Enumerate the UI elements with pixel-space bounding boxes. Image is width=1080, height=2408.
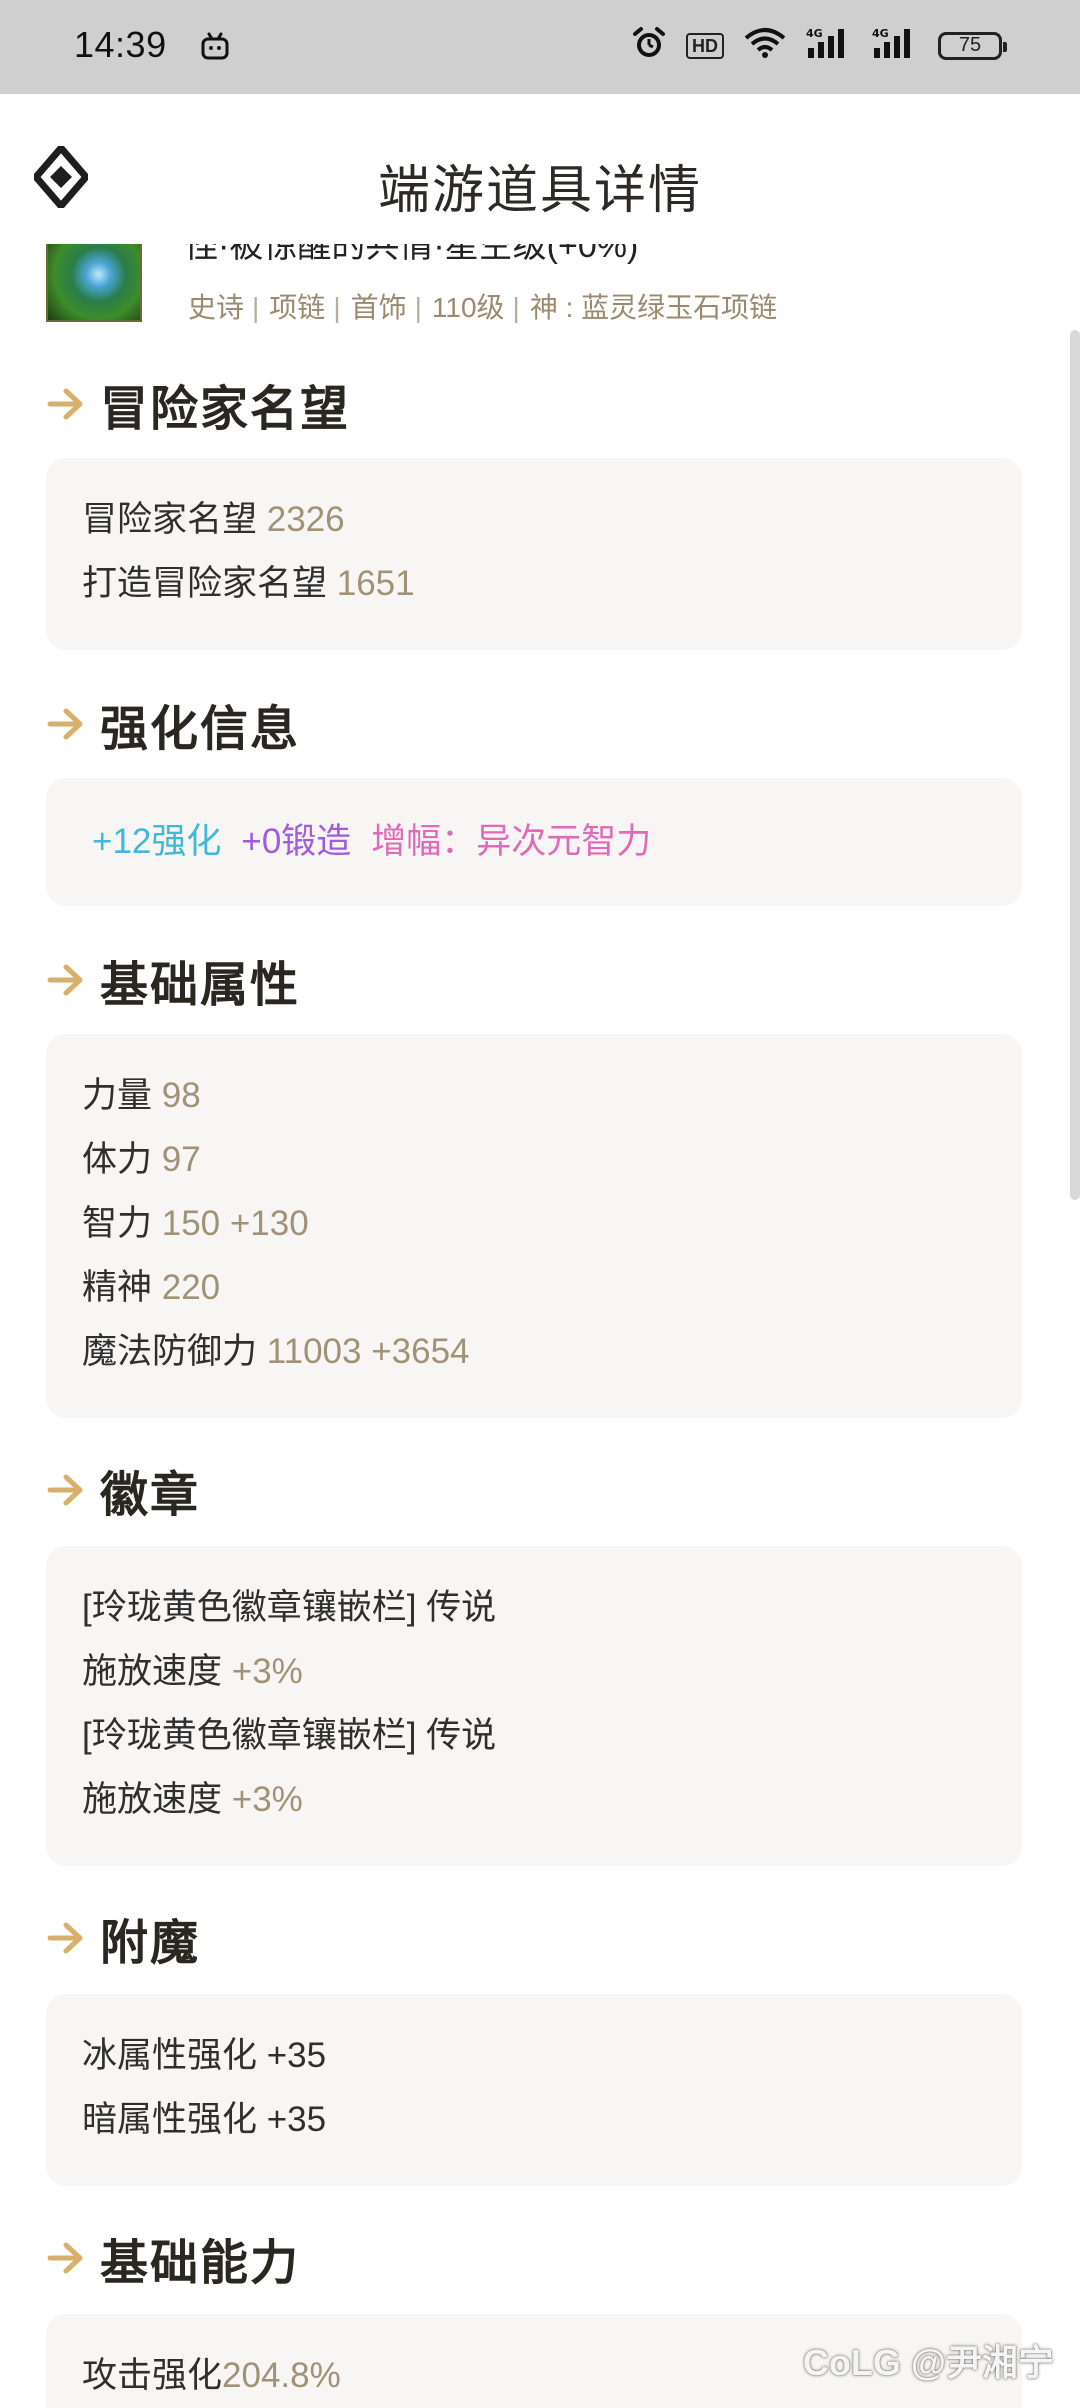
forge-level: +0锻造 [241, 822, 352, 861]
stat-label: 攻击强化 [82, 2356, 223, 2395]
reputation-line: 打造冒险家名望 1651 [82, 552, 986, 616]
enhance-line: +12强化 +0锻造 增幅：异次元智力 [82, 810, 986, 874]
stat-label: 暗属性强化 +35 [82, 2100, 327, 2139]
signal-4g-icon: 4G [806, 26, 852, 65]
enchant-line: 暗属性强化 +35 [82, 2088, 986, 2152]
signal-4g-icon-2: 4G [872, 26, 918, 65]
emblem-line: [玲珑黄色徽章镶嵌栏] 传说 [82, 1576, 986, 1640]
stat-value: +3% [231, 1652, 303, 1691]
section-arrow-icon [47, 964, 83, 996]
stat-label: 力量 [82, 1076, 153, 1115]
watermark: CoLG @尹湘宁 [802, 2342, 1054, 2383]
status-icons: HD 4G 4G 75 [632, 26, 1007, 65]
section-emblem-title: 徽章 [46, 1460, 200, 1522]
status-bar: 14:39 HD 4G 4G 75 [0, 0, 1080, 94]
emblem-line: 施放速度 +3% [82, 1640, 986, 1704]
stat-value: 97 [161, 1140, 201, 1179]
enchant-card: 冰属性强化 +35 暗属性强化 +35 [46, 1994, 1022, 2186]
emblem-line: 施放速度 +3% [82, 1768, 986, 1832]
svg-text:4G: 4G [806, 27, 823, 40]
reinforce-level: +12强化 [92, 822, 222, 861]
stat-value: 1651 [336, 564, 415, 603]
alarm-icon [632, 26, 666, 65]
stat-value: 2326 [266, 500, 345, 539]
section-arrow-icon [47, 708, 83, 740]
reputation-card: 冒险家名望 2326 打造冒险家名望 1651 [46, 458, 1022, 650]
stat-value: 150 +130 [161, 1204, 309, 1243]
section-base-attrs-title: 基础属性 [46, 950, 300, 1012]
emblem-line: [玲珑黄色徽章镶嵌栏] 传说 [82, 1704, 986, 1768]
section-arrow-icon [47, 1922, 83, 1954]
hd-voice-icon: HD [686, 32, 724, 59]
section-title-text: 附魔 [100, 1917, 201, 1970]
item-origin: 神 : 蓝灵绿玉石项链 [529, 292, 778, 323]
app-header: 端游道具详情 [0, 94, 1080, 244]
attr-line: 魔法防御力 11003 +3654 [82, 1320, 986, 1384]
reputation-line: 冒险家名望 2326 [82, 488, 986, 552]
stat-label: 冰属性强化 +35 [82, 2036, 327, 2075]
attr-line: 体力 97 [82, 1128, 986, 1192]
stat-value: 11003 +3654 [266, 1332, 470, 1371]
enhance-card: +12强化 +0锻造 增幅：异次元智力 [46, 778, 1022, 906]
stat-label: 施放速度 [82, 1652, 223, 1691]
section-arrow-icon [47, 388, 83, 420]
stat-value: 220 [161, 1268, 221, 1307]
page-title: 端游道具详情 [377, 162, 702, 220]
stat-label: 施放速度 [82, 1780, 223, 1819]
item-type: 项链 [269, 292, 326, 323]
attr-line: 智力 150 +130 [82, 1192, 986, 1256]
battery-icon: 75 [938, 31, 1007, 60]
scrollbar[interactable] [1070, 330, 1080, 1200]
stat-value: 204.8% [222, 2356, 341, 2395]
section-arrow-icon [47, 2242, 83, 2274]
section-title-text: 基础能力 [100, 2237, 301, 2290]
enchant-line: 冰属性强化 +35 [82, 2024, 986, 2088]
stat-value: +3% [231, 1780, 303, 1819]
bilibili-notification-icon [200, 32, 230, 67]
wifi-icon [744, 27, 786, 64]
stat-label: 打造冒险家名望 [82, 564, 328, 603]
item-grade: 史诗 [188, 292, 245, 323]
stat-label: 魔法防御力 [82, 1332, 258, 1371]
section-title-text: 徽章 [100, 1469, 201, 1522]
amplify-info: 增幅：异次元智力 [371, 822, 652, 861]
stat-label: 冒险家名望 [82, 500, 258, 539]
item-meta: 史诗 | 项链 | 首饰 | 110级 | 神 : 蓝灵绿玉石项链 [188, 292, 778, 323]
item-category: 首饰 [350, 292, 407, 323]
item-name: 怪·被惊醒的共情·星空级(+0%) [184, 244, 639, 265]
stat-label: 精神 [82, 1268, 153, 1307]
stat-label: 体力 [82, 1140, 153, 1179]
status-time: 14:39 [74, 24, 167, 65]
attr-line: 力量 98 [82, 1064, 986, 1128]
item-summary: 怪·被惊醒的共情·星空级(+0%) 史诗 | 项链 | 首饰 | 110级 | 神 : 蓝灵绿玉… [46, 244, 1046, 324]
section-title-text: 强化信息 [100, 703, 301, 756]
emblem-card: [玲珑黄色徽章镶嵌栏] 传说 施放速度 +3% [玲珑黄色徽章镶嵌栏] 传说 施… [46, 1546, 1022, 1866]
section-base-ability-title: 基础能力 [46, 2228, 300, 2290]
section-enchant-title: 附魔 [46, 1908, 200, 1970]
item-level: 110级 [431, 292, 505, 323]
stat-label: [玲珑黄色徽章镶嵌栏] 传说 [82, 1588, 497, 1627]
stat-label: 智力 [82, 1204, 153, 1243]
base-attrs-card: 力量 98 体力 97 智力 150 +130 精神 220 魔法防御力 110… [46, 1034, 1022, 1418]
section-title-text: 基础属性 [100, 959, 301, 1012]
stat-label: [玲珑黄色徽章镶嵌栏] 传说 [82, 1716, 497, 1755]
svg-text:4G: 4G [872, 27, 889, 40]
stat-value: 98 [161, 1076, 201, 1115]
section-title-text: 冒险家名望 [100, 383, 351, 436]
section-arrow-icon [47, 1474, 83, 1506]
section-reputation-title: 冒险家名望 [46, 374, 350, 436]
item-necklace-icon [46, 244, 142, 322]
section-enhance-title: 强化信息 [46, 694, 300, 756]
attr-line: 精神 220 [82, 1256, 986, 1320]
